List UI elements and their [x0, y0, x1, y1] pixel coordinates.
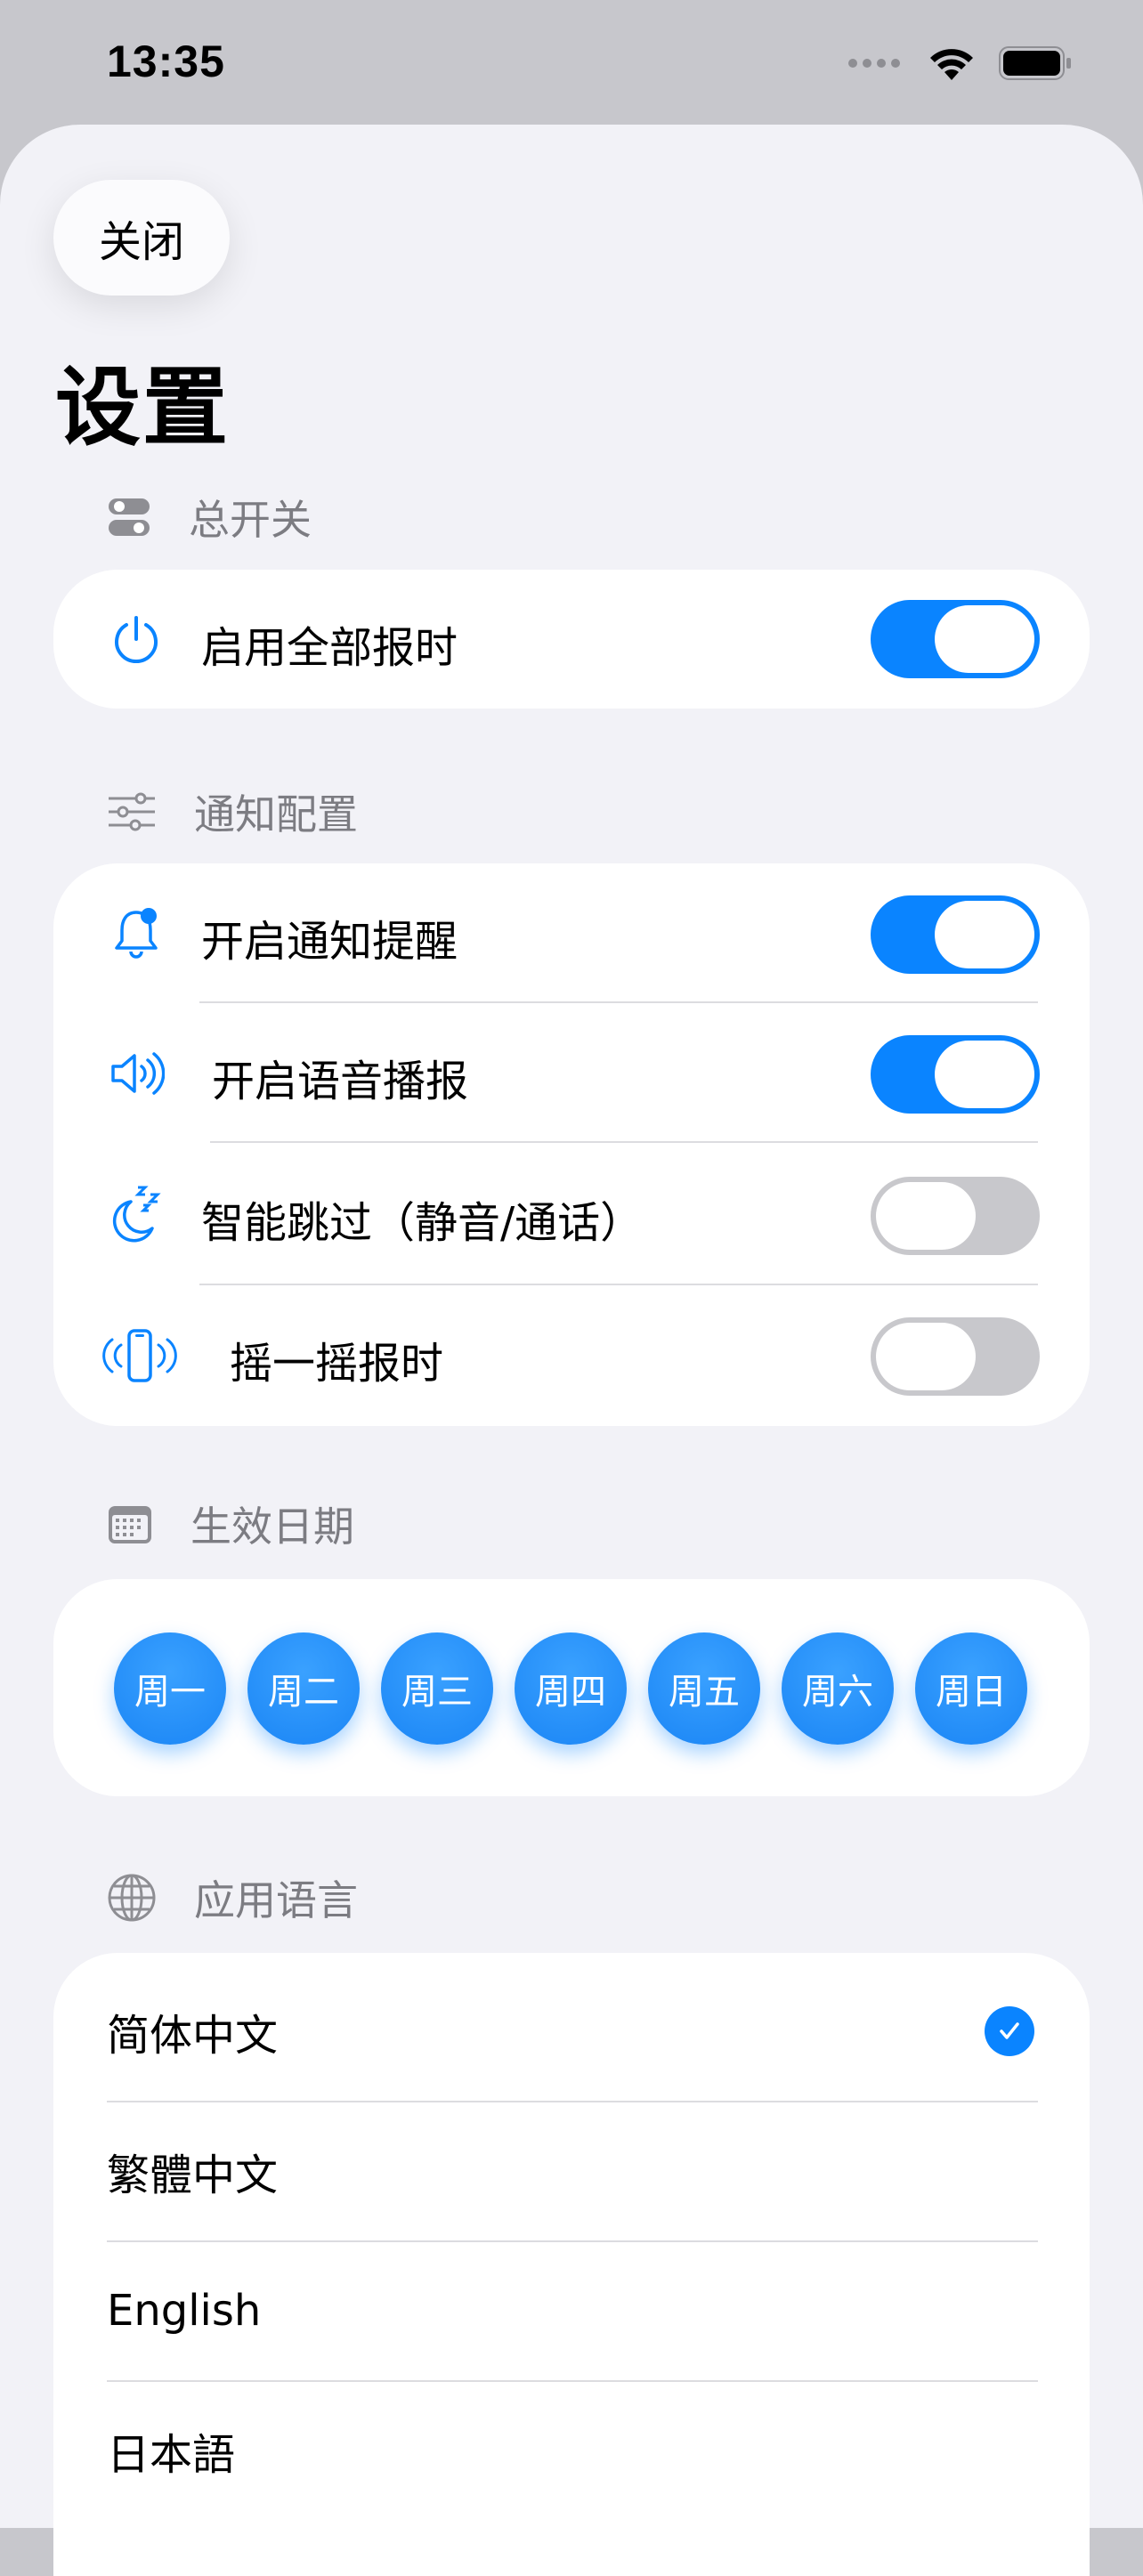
checkmark-icon: [985, 2006, 1034, 2056]
toggle-knob: [876, 1182, 976, 1250]
language-option-zh-hant[interactable]: 繁體中文: [53, 2102, 1090, 2240]
power-icon: [105, 608, 167, 670]
notify-reminder-toggle[interactable]: [871, 895, 1040, 974]
card-language: 简体中文 繁體中文 English 日本語: [53, 1953, 1090, 2576]
day-thu-button[interactable]: 周四: [515, 1632, 627, 1745]
settings-sheet: 关闭 设置 总开关 启用全部报时 通知配置 开启通知提醒 开启语音播报 智能跳过…: [0, 125, 1143, 2576]
day-fri-button[interactable]: 周五: [648, 1632, 760, 1745]
close-button[interactable]: 关闭: [53, 180, 230, 296]
day-sun-button[interactable]: 周日: [915, 1632, 1027, 1745]
toggle-knob: [876, 1323, 976, 1390]
enable-all-toggle[interactable]: [871, 600, 1040, 678]
globe-icon: [108, 1874, 156, 1922]
day-wed-button[interactable]: 周三: [381, 1632, 493, 1745]
language-option-ja[interactable]: 日本語: [53, 2381, 1090, 2520]
weekday-selector: 周一 周二 周三 周四 周五 周六 周日: [114, 1632, 1027, 1745]
status-time: 13:35: [107, 36, 225, 86]
toggle-knob: [935, 901, 1034, 968]
row-smart-skip: 智能跳过（静音/通话）: [53, 1143, 1090, 1285]
row-label: 启用全部报时: [201, 623, 458, 673]
language-option-zh-hans[interactable]: 简体中文: [53, 1962, 1090, 2101]
cellular-signal-icon: [848, 59, 900, 68]
section-header-label: 生效日期: [190, 1503, 354, 1551]
sliders-icon: [109, 792, 155, 831]
section-header-label: 总开关: [189, 496, 312, 544]
row-label: 摇一摇报时: [230, 1339, 444, 1389]
section-header-label: 通知配置: [194, 790, 358, 838]
toggle-icon: [109, 498, 150, 536]
phone-shake-icon: [100, 1324, 180, 1387]
row-label: 开启通知提醒: [201, 917, 458, 967]
status-bar: 13:35: [0, 0, 1143, 125]
row-enable-all: 启用全部报时: [53, 570, 1090, 709]
row-label: 开启语音播报: [212, 1057, 469, 1106]
language-label: 简体中文: [107, 2011, 279, 2061]
moon-zzz-icon: [105, 1182, 167, 1244]
section-header-language: 应用语言: [107, 1862, 358, 1933]
language-label: 繁體中文: [107, 2151, 279, 2200]
language-option-en[interactable]: English: [53, 2241, 1090, 2380]
toggle-knob: [935, 605, 1034, 673]
section-header-days: 生效日期: [107, 1488, 354, 1559]
status-icons: [847, 45, 1072, 82]
row-voice-announce: 开启语音播报: [53, 1003, 1090, 1143]
day-tue-button[interactable]: 周二: [247, 1632, 360, 1745]
voice-announce-toggle[interactable]: [871, 1035, 1040, 1114]
card-notify: 开启通知提醒 开启语音播报 智能跳过（静音/通话） 摇一摇报时: [53, 863, 1090, 1426]
calendar-icon: [109, 1506, 151, 1543]
wifi-icon: [930, 49, 973, 80]
row-label: 智能跳过（静音/通话）: [201, 1198, 644, 1248]
day-mon-button[interactable]: 周一: [114, 1632, 226, 1745]
speaker-wave-icon: [105, 1042, 167, 1105]
shake-announce-toggle[interactable]: [871, 1317, 1040, 1396]
row-notify-reminder: 开启通知提醒: [53, 863, 1090, 1003]
toggle-knob: [935, 1041, 1034, 1108]
card-master: 启用全部报时: [53, 570, 1090, 709]
battery-icon: [999, 46, 1071, 80]
smart-skip-toggle[interactable]: [871, 1177, 1040, 1255]
section-header-master: 总开关: [107, 482, 312, 553]
bell-badge-icon: [105, 903, 167, 965]
card-days: 周一 周二 周三 周四 周五 周六 周日: [53, 1579, 1090, 1796]
row-shake-announce: 摇一摇报时: [53, 1285, 1090, 1426]
page-title: 设置: [55, 358, 230, 458]
section-header-label: 应用语言: [194, 1876, 358, 1924]
day-sat-button[interactable]: 周六: [782, 1632, 894, 1745]
language-label: English: [107, 2286, 262, 2336]
section-header-notify: 通知配置: [107, 776, 358, 847]
